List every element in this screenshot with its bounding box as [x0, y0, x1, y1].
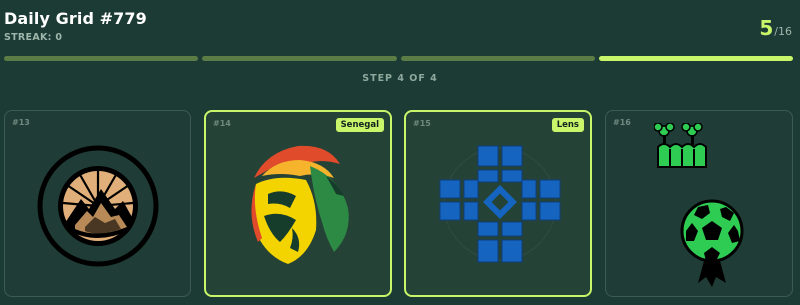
step-progress-bar: [4, 56, 793, 61]
answer-badge: Lens: [551, 118, 584, 132]
progress-segment-3: [400, 56, 595, 61]
card-number: #15: [413, 119, 431, 128]
score-display: 5 /16: [759, 16, 792, 40]
mountain-sunrise-ring-icon: [37, 145, 159, 267]
card-number: #16: [613, 118, 631, 127]
progress-segment-2: [202, 56, 397, 61]
grid-card-15[interactable]: #15 Lens: [404, 110, 592, 297]
streak-label: STREAK: 0: [4, 32, 63, 43]
score-total: /16: [774, 25, 792, 38]
grid-card-14[interactable]: #14 Senegal: [204, 110, 392, 297]
score-value: 5: [759, 16, 774, 40]
card-number: #14: [213, 119, 231, 128]
soccer-ball-trees-icon: [654, 123, 744, 287]
progress-segment-4: [598, 56, 793, 61]
game-header: Daily Grid #779 STREAK: 0 5 /16: [0, 0, 800, 60]
blue-cross-tiles-icon: [439, 145, 561, 263]
step-indicator: STEP 4 OF 4: [362, 73, 438, 84]
card-number: #13: [12, 118, 30, 127]
grid-card-13[interactable]: #13: [4, 110, 191, 297]
senegal-lion-icon: [251, 145, 349, 264]
grid-card-16[interactable]: #16: [605, 110, 793, 297]
progress-segment-1: [4, 56, 199, 61]
answer-badge: Senegal: [335, 118, 384, 132]
game-title: Daily Grid #779: [4, 9, 147, 28]
